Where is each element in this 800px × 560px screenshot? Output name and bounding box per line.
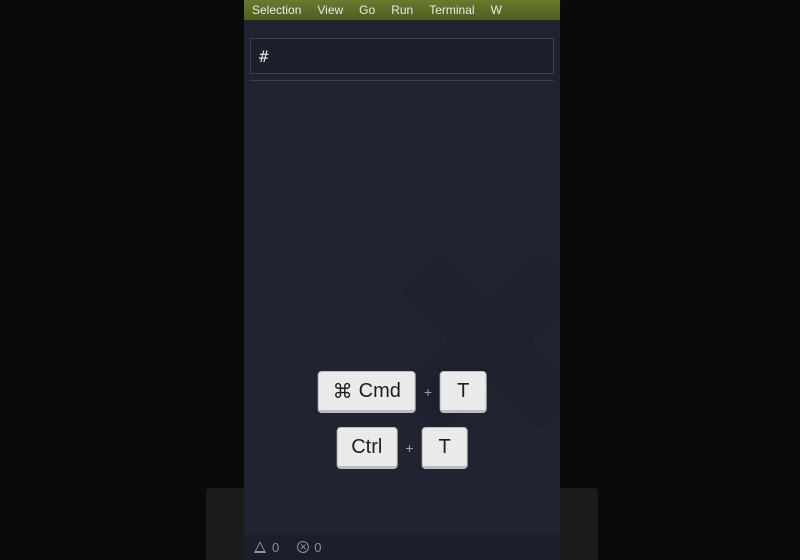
menu-selection[interactable]: Selection bbox=[252, 3, 301, 17]
keycap-cmd: ⌘ Cmd bbox=[318, 371, 416, 413]
keycap-cmd-label: Cmd bbox=[359, 380, 401, 403]
keycap-t-2-label: T bbox=[439, 436, 451, 459]
plus-separator: + bbox=[424, 384, 432, 400]
menu-truncated[interactable]: W bbox=[491, 3, 502, 17]
editor-body: ⌘ Cmd + T Ctrl + T bbox=[244, 81, 560, 541]
keycap-t-1-label: T bbox=[457, 380, 469, 403]
menu-run[interactable]: Run bbox=[391, 3, 413, 17]
keycap-t-1: T bbox=[440, 371, 486, 413]
status-errors[interactable]: ✕ 0 bbox=[297, 540, 321, 555]
warning-count: 0 bbox=[272, 540, 279, 555]
menu-bar: Selection View Go Run Terminal W bbox=[244, 0, 560, 20]
menu-go[interactable]: Go bbox=[359, 3, 375, 17]
status-bar: 0 ✕ 0 bbox=[244, 534, 560, 560]
shortcut-row-cmd: ⌘ Cmd + T bbox=[318, 371, 487, 413]
menu-terminal[interactable]: Terminal bbox=[429, 3, 474, 17]
plus-separator-2: + bbox=[405, 440, 413, 456]
keycap-ctrl-label: Ctrl bbox=[351, 436, 382, 459]
keycap-ctrl: Ctrl bbox=[336, 427, 397, 469]
menu-view[interactable]: View bbox=[317, 3, 343, 17]
status-warnings[interactable]: 0 bbox=[254, 540, 279, 555]
error-icon: ✕ bbox=[297, 541, 309, 553]
error-count: 0 bbox=[314, 540, 321, 555]
shortcut-row-ctrl: Ctrl + T bbox=[336, 427, 468, 469]
keycap-t-2: T bbox=[422, 427, 468, 469]
command-icon: ⌘ bbox=[333, 379, 353, 404]
warning-icon bbox=[254, 541, 267, 553]
editor-window: Selection View Go Run Terminal W ⌘ Cmd + bbox=[244, 0, 560, 560]
shortcut-hints: ⌘ Cmd + T Ctrl + T bbox=[318, 371, 487, 469]
quick-open-input-container[interactable] bbox=[250, 38, 554, 74]
quick-open-input[interactable] bbox=[259, 47, 545, 66]
